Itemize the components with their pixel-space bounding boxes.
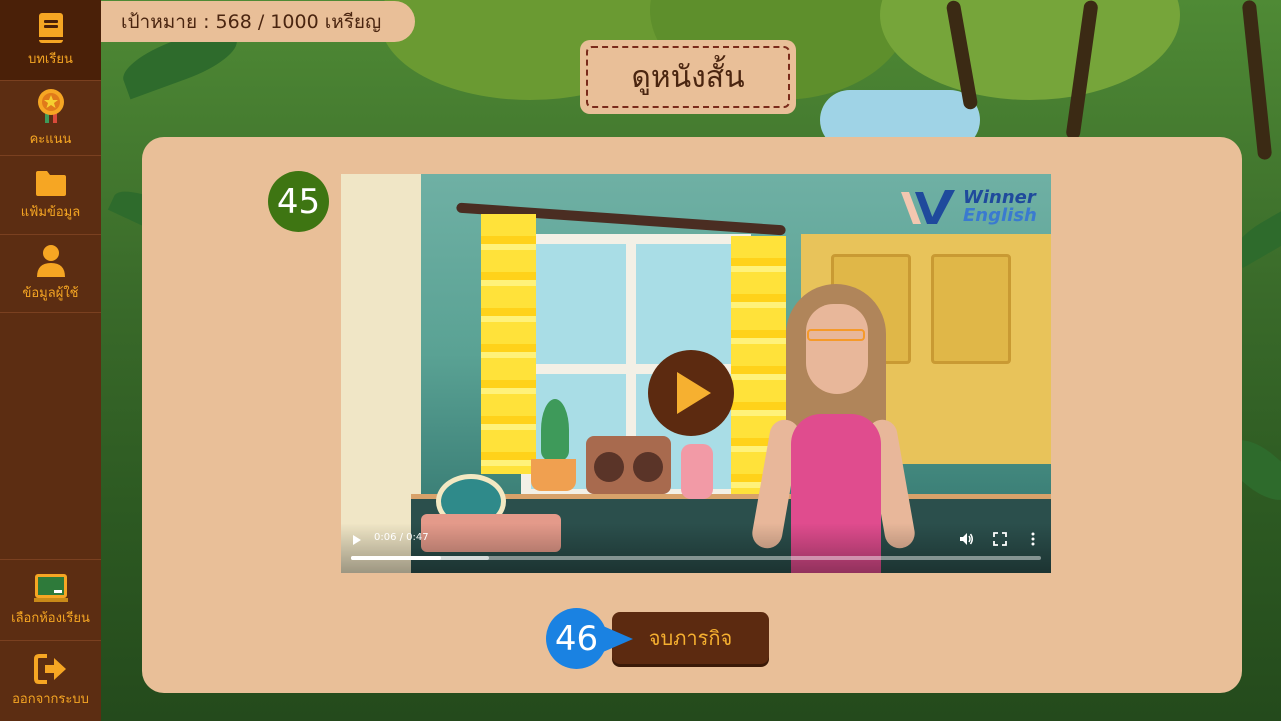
play-small-icon[interactable]	[353, 535, 361, 545]
step-badge-number: 45	[276, 181, 321, 222]
sidebar-item-label: คะแนน	[29, 131, 72, 147]
volume-icon[interactable]	[958, 531, 974, 547]
finish-mission-label: จบภารกิจ	[648, 626, 733, 650]
play-icon	[677, 372, 711, 414]
folder-icon	[35, 170, 66, 196]
book-icon	[38, 12, 63, 43]
fullscreen-icon[interactable]	[993, 532, 1007, 546]
sidebar-item-label: ออกจากระบบ	[12, 691, 89, 707]
sidebar-item-label: บทเรียน	[28, 51, 73, 67]
sidebar-item-label: เลือกห้องเรียน	[11, 610, 90, 626]
page-title-board: ดูหนังสั้น	[580, 40, 796, 114]
video-progress-track[interactable]	[351, 556, 1041, 560]
brand-line-2: English	[963, 205, 1037, 226]
sidebar-item-label: แฟ้มข้อมูล	[20, 204, 81, 220]
winner-english-logo: Winner English	[899, 186, 1037, 228]
step-badge-number: 46	[554, 618, 599, 659]
winner-english-logo-mark	[901, 190, 955, 224]
coin-goal-indicator: เป้าหมาย : 568 / 1000 เหรียญ	[101, 1, 415, 42]
sidebar-item-logout[interactable]: ออกจากระบบ	[0, 641, 101, 721]
video-play-button[interactable]	[648, 350, 734, 436]
video-player[interactable]: Winner English 0:06 / 0:47	[341, 174, 1051, 573]
step-badge-finish: 46	[546, 608, 633, 669]
finish-mission-button[interactable]: จบภารกิจ	[612, 612, 769, 664]
pointer-arrow-icon	[603, 626, 633, 652]
video-scene	[341, 174, 421, 573]
sidebar: บทเรียน คะแนน แฟ้มข้อมูล ข้อมูลผู้ใช้ เล…	[0, 0, 101, 721]
sidebar-item-lessons[interactable]: บทเรียน	[0, 0, 101, 81]
sidebar-item-scores[interactable]: คะแนน	[0, 81, 101, 156]
chalkboard-icon	[33, 573, 68, 602]
medal-icon	[37, 88, 64, 123]
page-title: ดูหนังสั้น	[631, 59, 745, 95]
step-badge-video: 45	[268, 171, 329, 232]
sidebar-item-select-classroom[interactable]: เลือกห้องเรียน	[0, 560, 101, 641]
user-icon	[36, 245, 65, 277]
more-options-icon[interactable]	[1030, 532, 1036, 546]
sidebar-spacer	[0, 313, 101, 560]
logout-icon	[33, 653, 66, 684]
coin-goal-text: เป้าหมาย : 568 / 1000 เหรียญ	[121, 10, 382, 33]
sidebar-item-label: ข้อมูลผู้ใช้	[22, 286, 79, 301]
video-played-bar	[351, 556, 441, 560]
video-time: 0:06 / 0:47	[374, 532, 429, 543]
video-controls: 0:06 / 0:47	[341, 523, 1051, 573]
sidebar-item-profile[interactable]: ข้อมูลผู้ใช้	[0, 235, 101, 313]
sidebar-item-files[interactable]: แฟ้มข้อมูล	[0, 156, 101, 235]
